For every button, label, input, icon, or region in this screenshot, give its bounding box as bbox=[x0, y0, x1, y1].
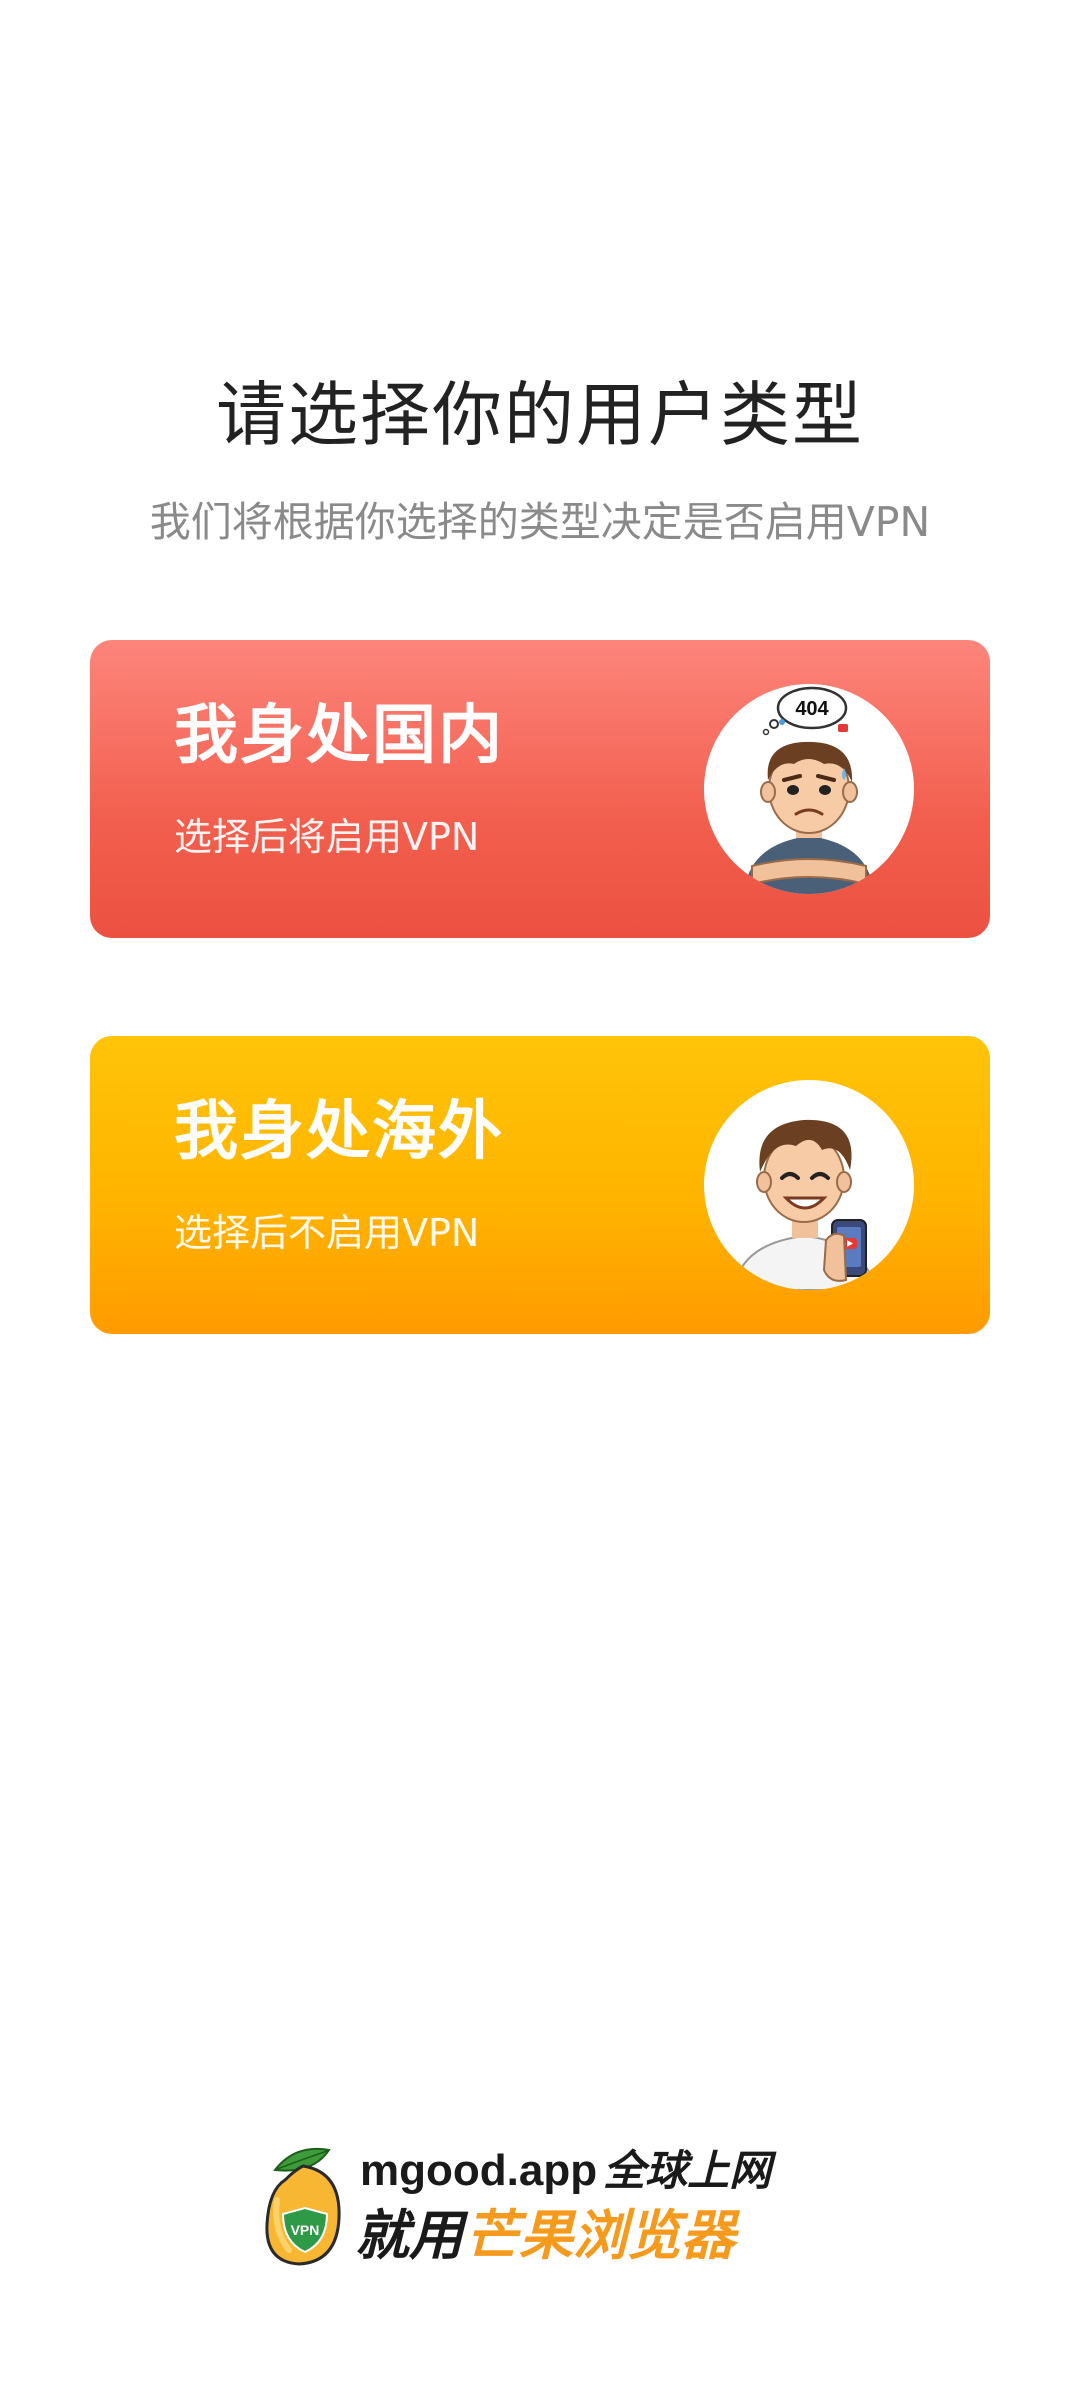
brand-slogan: 全球上网 bbox=[603, 2146, 772, 2195]
overseas-option-desc: 选择后不启用VPN bbox=[174, 1211, 480, 1255]
happy-boy-phone-icon bbox=[704, 1080, 914, 1290]
brand-domain: mgood.app bbox=[360, 2146, 598, 2195]
overseas-option-card[interactable]: 我身处海外 选择后不启用VPN bbox=[90, 1036, 990, 1334]
brand-prefix: 就用 bbox=[355, 2204, 463, 2267]
vpn-badge-label: VPN bbox=[291, 2222, 320, 2238]
brand-name: 芒果浏览器 bbox=[465, 2204, 735, 2267]
page-title: 请选择你的用户类型 bbox=[216, 374, 864, 456]
logo-line-1: mgood.app 全球上网 bbox=[360, 2140, 771, 2202]
logo-line-2: 就用芒果浏览器 bbox=[355, 2202, 735, 2270]
worried-boy-icon: 404 bbox=[704, 684, 914, 894]
domestic-option-desc: 选择后将启用VPN bbox=[174, 815, 480, 859]
user-type-page: 请选择你的用户类型 我们将根据你选择的类型决定是否启用VPN 我身处国内 选择后… bbox=[0, 0, 1080, 2400]
domestic-option-card[interactable]: 我身处国内 选择后将启用VPN 404 bbox=[90, 640, 990, 938]
domestic-option-title: 我身处国内 bbox=[174, 699, 504, 773]
page-subtitle: 我们将根据你选择的类型决定是否启用VPN bbox=[149, 498, 931, 546]
overseas-option-title: 我身处海外 bbox=[174, 1095, 504, 1169]
error-404-label: 404 bbox=[795, 698, 829, 720]
brand-logo: VPN mgood.app 全球上网 就用芒果浏览器 bbox=[255, 2140, 835, 2270]
mango-logo-icon: VPN bbox=[265, 2147, 341, 2266]
